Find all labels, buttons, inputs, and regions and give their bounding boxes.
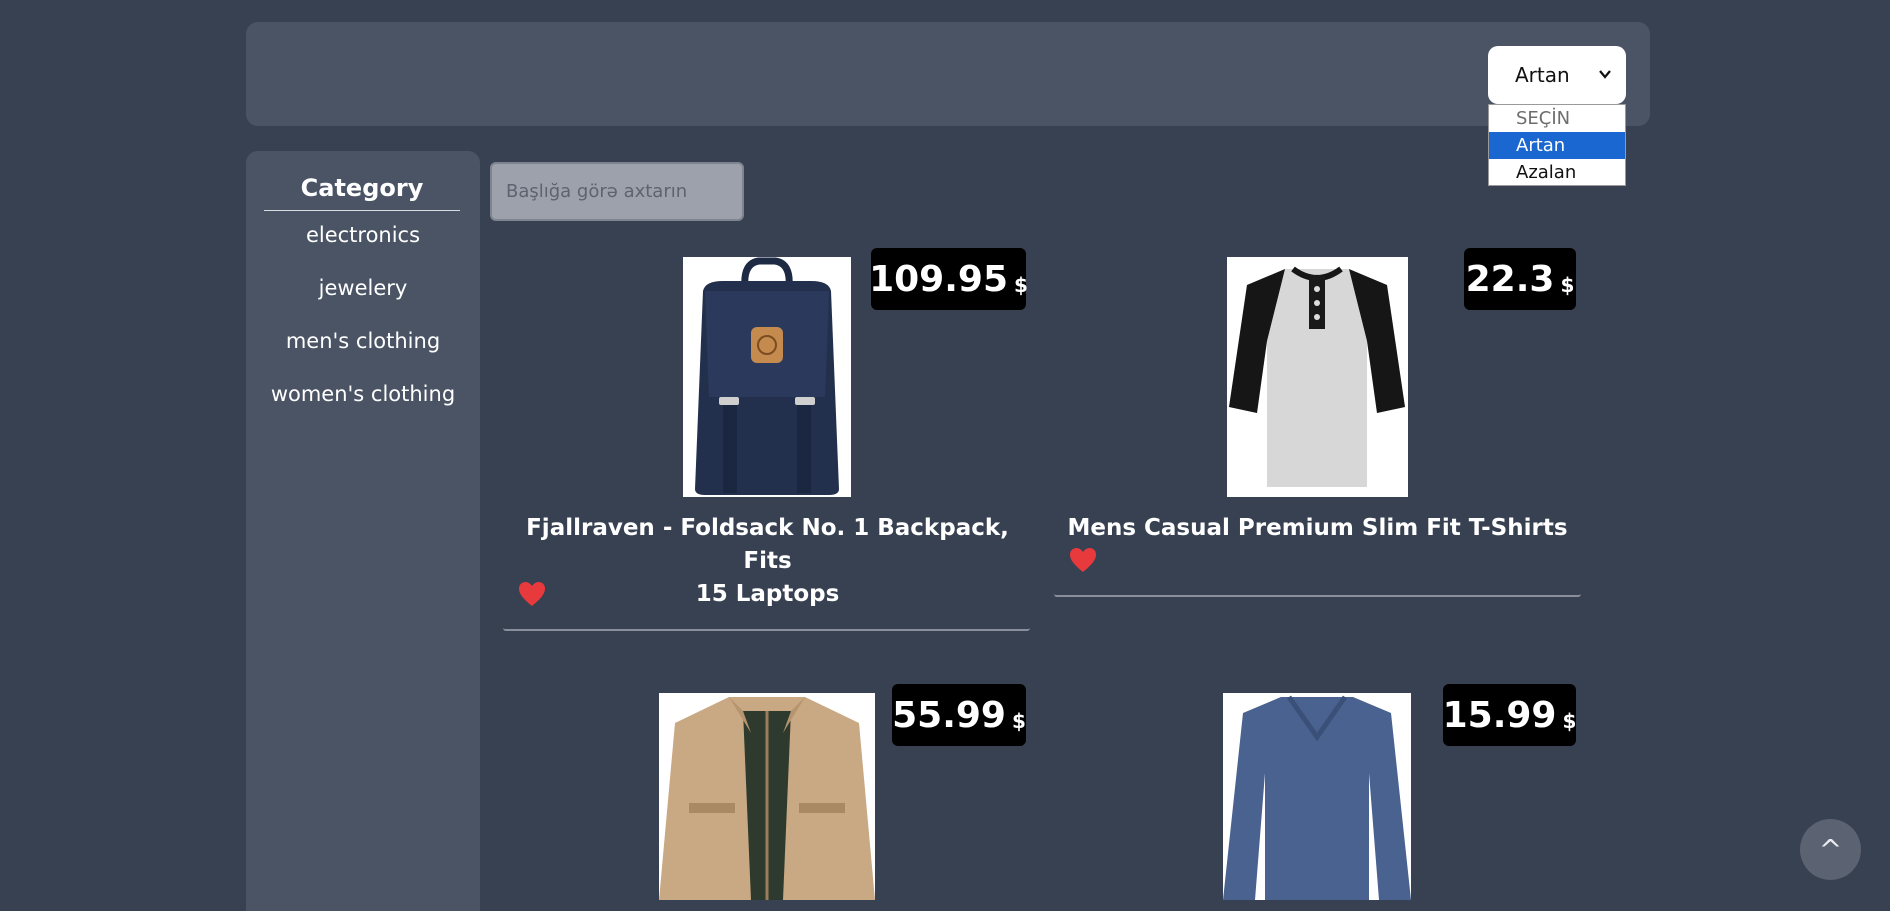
tshirt-image xyxy=(1229,266,1405,487)
category-mens-clothing[interactable]: men's clothing xyxy=(246,329,480,353)
category-electronics[interactable]: electronics xyxy=(246,223,480,247)
price-value: 109.95 xyxy=(869,258,1008,300)
category-jewelery[interactable]: jewelery xyxy=(246,276,480,300)
card-divider xyxy=(1054,594,1581,597)
top-header xyxy=(246,22,1650,126)
product-title-line: Fjallraven - Foldsack No. 1 Backpack, Fi… xyxy=(526,515,1009,574)
currency-symbol: $ xyxy=(1014,273,1028,297)
product-image-jacket[interactable] xyxy=(659,693,875,900)
longsleeve-image xyxy=(1223,695,1411,900)
sort-option-artan[interactable]: Artan xyxy=(1489,132,1625,159)
product-title-line: 15 Laptops xyxy=(695,581,840,607)
category-title: Category xyxy=(264,171,460,211)
sort-dropdown-menu: SEÇİN Artan Azalan xyxy=(1488,104,1626,186)
currency-symbol: $ xyxy=(1562,709,1577,733)
price-badge: 22.3 $ xyxy=(1464,248,1576,310)
backpack-image xyxy=(695,257,839,495)
sort-select-value: Artan xyxy=(1515,63,1570,87)
price-value: 22.3 xyxy=(1465,258,1555,300)
heart-icon[interactable] xyxy=(518,581,546,607)
card-divider xyxy=(503,628,1030,631)
chevron-down-icon xyxy=(1599,70,1611,79)
search-input[interactable]: Başlığa görə axtarın xyxy=(490,162,744,221)
sort-option-azalan[interactable]: Azalan xyxy=(1489,159,1625,186)
product-image-longsleeve[interactable] xyxy=(1223,693,1411,900)
product-image-tshirt[interactable] xyxy=(1227,257,1408,497)
price-badge: 109.95 $ xyxy=(869,248,1028,310)
currency-symbol: $ xyxy=(1011,709,1026,733)
product-title[interactable]: Mens Casual Premium Slim Fit T-Shirts xyxy=(1065,512,1570,545)
price-badge: 15.99 $ xyxy=(1443,684,1576,746)
scroll-to-top-button[interactable]: ^ xyxy=(1800,819,1861,880)
sort-select[interactable]: Artan xyxy=(1488,46,1626,104)
price-value: 55.99 xyxy=(892,694,1006,736)
product-title[interactable]: Fjallraven - Foldsack No. 1 Backpack, Fi… xyxy=(515,512,1020,611)
heart-icon[interactable] xyxy=(1069,547,1097,573)
category-womens-clothing[interactable]: women's clothing xyxy=(246,382,480,406)
currency-symbol: $ xyxy=(1560,273,1575,297)
jacket-image xyxy=(659,697,875,900)
caret-up-icon: ^ xyxy=(1818,833,1843,866)
price-badge: 55.99 $ xyxy=(892,684,1026,746)
price-value: 15.99 xyxy=(1442,694,1557,736)
product-image-backpack[interactable] xyxy=(683,257,851,497)
category-sidebar: Category electronics jewelery men's clot… xyxy=(246,151,480,911)
sort-option-secin[interactable]: SEÇİN xyxy=(1489,105,1625,132)
search-placeholder: Başlığa görə axtarın xyxy=(506,181,688,202)
